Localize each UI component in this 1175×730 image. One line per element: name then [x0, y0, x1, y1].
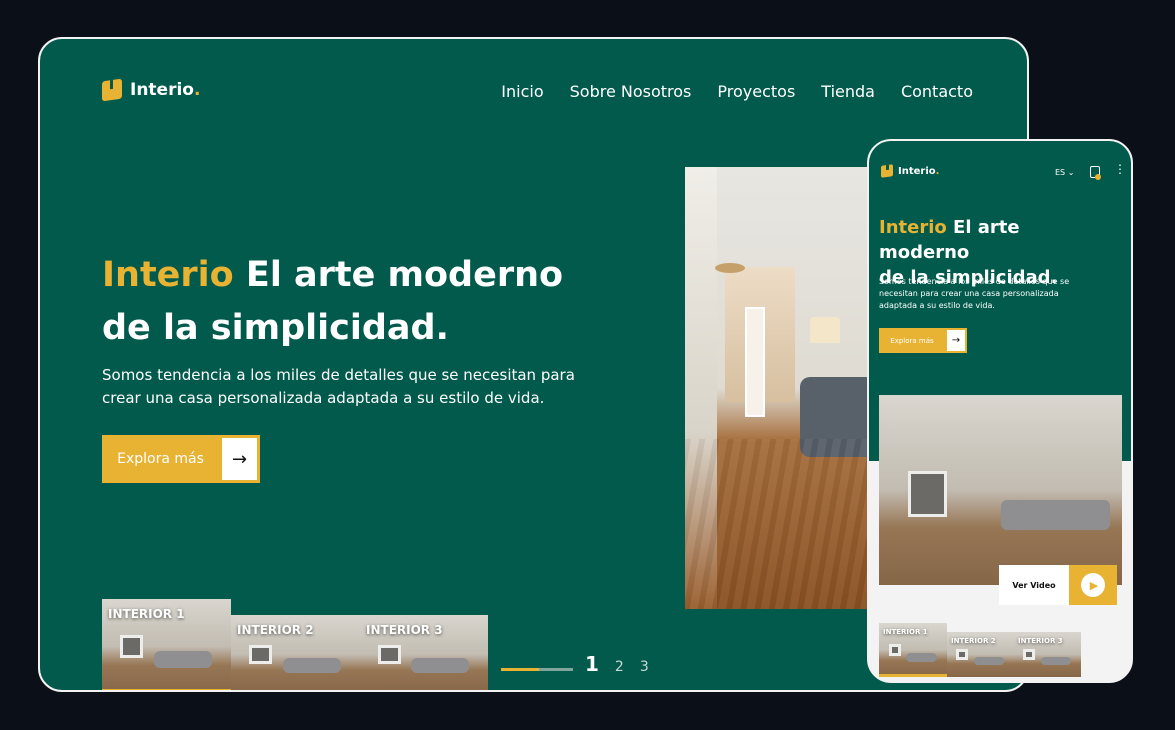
thumbnail-interior-1[interactable]: INTERIOR 1 — [102, 599, 231, 690]
language-value: ES — [1055, 168, 1066, 177]
brand-name: Interio — [130, 80, 194, 100]
page-3[interactable]: 3 — [640, 659, 649, 675]
active-indicator — [879, 674, 947, 677]
brand-dot: . — [193, 80, 201, 100]
brand-logo[interactable]: Interio. — [102, 78, 201, 102]
play-icon: ▶ — [1081, 573, 1105, 597]
explore-button[interactable]: Explora más → — [102, 435, 260, 483]
mobile-explore-button-label: Explora más — [879, 328, 945, 353]
thumbnail-interior-3[interactable]: INTERIOR 3 — [360, 615, 488, 690]
nav-item-tienda[interactable]: Tienda — [821, 82, 875, 101]
mobile-brand-logo[interactable]: Interio. — [881, 164, 940, 178]
thumbnail-label: INTERIOR 3 — [366, 623, 443, 637]
page-2[interactable]: 2 — [615, 659, 624, 675]
thumbnail-interior-2[interactable]: INTERIOR 2 — [231, 615, 360, 690]
explore-button-label: Explora más — [102, 435, 219, 483]
language-select[interactable]: ES ⌄ — [1055, 168, 1074, 177]
thumbnail-label: INTERIOR 1 — [108, 607, 185, 621]
nav-item-inicio[interactable]: Inicio — [501, 82, 543, 101]
mobile-thumbnail-interior-3[interactable]: INTERIOR 3 — [1014, 632, 1081, 677]
hero-description: Somos tendencia a los miles de detalles … — [102, 366, 575, 407]
watch-video-label: Ver Video — [999, 565, 1069, 605]
thumbnail-label: INTERIOR 2 — [237, 623, 314, 637]
nav-item-proyectos[interactable]: Proyectos — [717, 82, 795, 101]
hero-title-line2: de la simplicidad. — [102, 308, 449, 348]
slider-pagination: 1 2 3 — [585, 652, 649, 676]
arrow-right-icon: → — [219, 435, 260, 483]
hero-title: Interio El arte moderno de la simplicida… — [102, 249, 622, 355]
play-button[interactable]: ▶ — [1069, 565, 1117, 605]
arrow-right-icon: → — [945, 328, 967, 353]
main-nav: Inicio Sobre Nosotros Proyectos Tienda C… — [501, 82, 973, 101]
page-1[interactable]: 1 — [585, 652, 599, 676]
mobile-hero-image-living-room — [879, 395, 1122, 585]
box-logo-icon — [102, 78, 122, 102]
cart-badge — [1095, 174, 1101, 180]
chevron-down-icon: ⌄ — [1067, 168, 1075, 177]
more-vertical-icon[interactable]: ⋮ — [1114, 163, 1126, 175]
mobile-thumbnail-interior-1[interactable]: INTERIOR 1 — [879, 623, 947, 677]
thumbnail-label: INTERIOR 1 — [883, 628, 928, 636]
active-indicator — [102, 689, 231, 690]
slider-progress — [501, 668, 573, 671]
mobile-hero-description: Somos tendencia a los miles de detalles … — [879, 277, 1070, 310]
thumbnail-label: INTERIOR 2 — [951, 637, 996, 645]
hero-title-line1: El arte moderno — [245, 255, 564, 295]
mobile-hero-title-accent: Interio — [879, 217, 947, 238]
mobile-explore-button[interactable]: Explora más → — [879, 328, 967, 353]
hero-title-accent: Interio — [102, 255, 234, 295]
nav-item-contacto[interactable]: Contacto — [901, 82, 973, 101]
watch-video-button[interactable]: Ver Video ▶ — [999, 565, 1117, 605]
brand-dot: . — [935, 165, 940, 177]
mobile-thumbnail-interior-2[interactable]: INTERIOR 2 — [947, 632, 1014, 677]
box-logo-icon — [881, 164, 893, 178]
nav-item-sobre-nosotros[interactable]: Sobre Nosotros — [570, 82, 692, 101]
thumbnail-label: INTERIOR 3 — [1018, 637, 1063, 645]
brand-name: Interio — [898, 165, 936, 177]
mobile-mockup: Interio. ES ⌄ ⋮ Interio El arte moderno … — [867, 139, 1133, 683]
